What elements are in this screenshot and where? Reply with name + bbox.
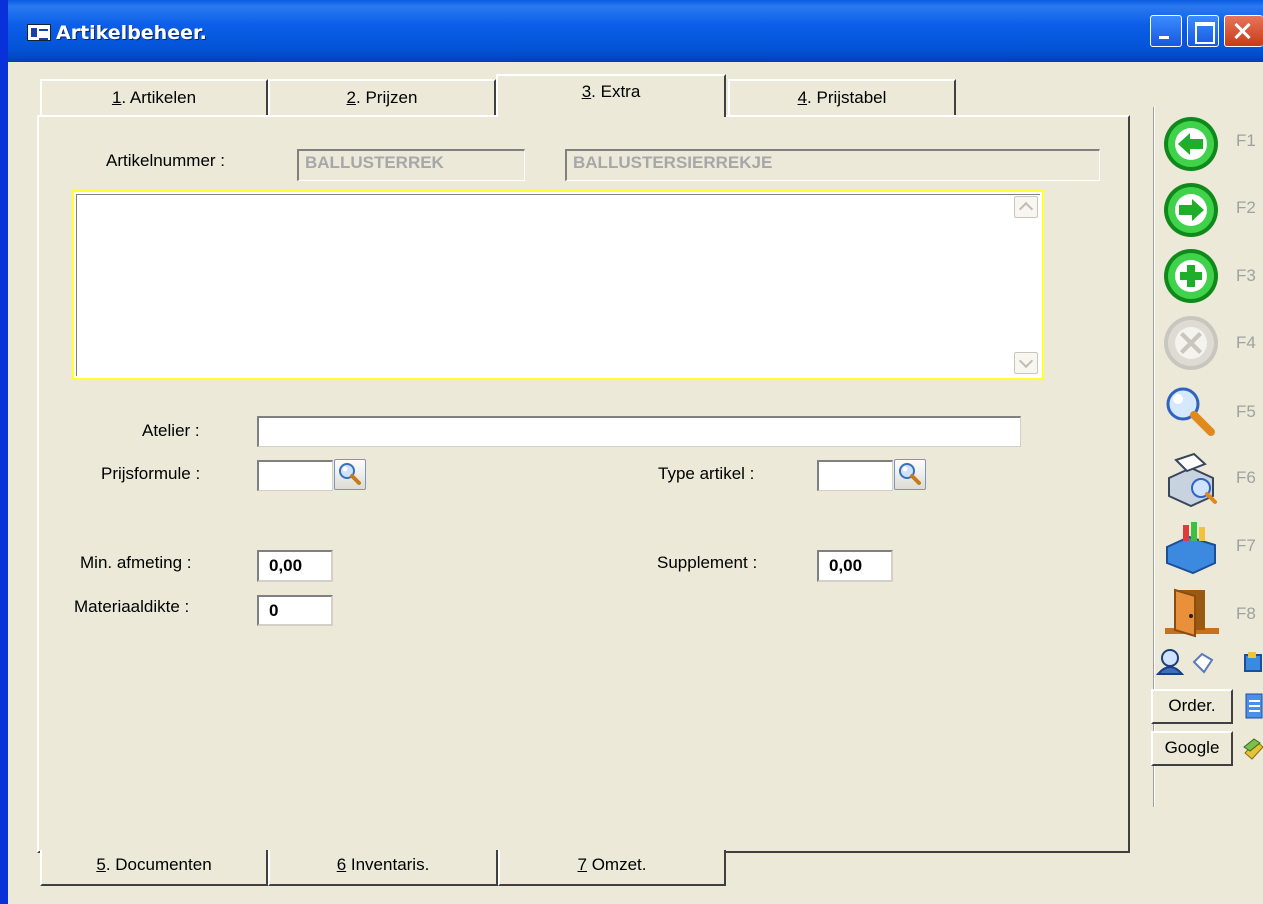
papers-icon[interactable] [1190, 650, 1216, 676]
add-icon[interactable] [1161, 246, 1221, 306]
tab-omzet-label: Omzet. [586, 855, 647, 874]
tab-prijzen[interactable]: 2. Prijzen [268, 79, 496, 115]
search-icon [339, 463, 361, 485]
tab-documenten-key: 5 [96, 855, 106, 874]
f1-key-label: F1 [1236, 131, 1256, 150]
tab-extra-key: 3 [581, 82, 592, 101]
search-icon [899, 463, 921, 485]
materiaaldikte-label: Materiaaldikte : [74, 597, 190, 616]
maximize-button[interactable] [1187, 15, 1219, 47]
materiaaldikte-input[interactable]: 0 [257, 595, 333, 626]
prijsformule-input[interactable] [257, 460, 333, 491]
scroll-down-button[interactable] [1014, 352, 1038, 374]
f2-key-label: F2 [1236, 198, 1256, 217]
next-arrow-icon[interactable] [1161, 180, 1221, 240]
print-icon[interactable] [1161, 450, 1221, 510]
document-icon[interactable] [1242, 691, 1263, 721]
tab-artikelen-key: 1 [111, 88, 122, 107]
atelier-input[interactable] [257, 416, 1021, 447]
notes-scrollbar[interactable] [1014, 196, 1038, 374]
min-afmeting-input[interactable]: 0,00 [257, 550, 333, 582]
f4-key-label: F4 [1236, 333, 1256, 352]
supplement-input[interactable]: 0,00 [817, 550, 893, 582]
minimize-button[interactable] [1150, 15, 1182, 47]
close-button[interactable] [1224, 15, 1263, 47]
tab-prijzen-key: 2 [346, 88, 357, 107]
atelier-label: Atelier : [142, 421, 200, 440]
money-icon[interactable] [1242, 733, 1263, 763]
tab-prijzen-label: . Prijzen [356, 88, 418, 107]
f3-key-label: F3 [1236, 266, 1256, 285]
min-afmeting-label: Min. afmeting : [80, 553, 192, 572]
tab-extra[interactable]: 3. Extra [496, 74, 726, 121]
toolbox-icon[interactable] [1161, 517, 1221, 577]
order-button[interactable]: Order. [1151, 689, 1233, 724]
tab-omzet[interactable]: 7 Omzet. [498, 850, 726, 886]
app-icon[interactable] [27, 24, 51, 41]
tab-prijstabel-key: 4 [797, 88, 808, 107]
f8-key-label: F8 [1236, 604, 1256, 623]
tab-prijstabel[interactable]: 4. Prijstabel [728, 79, 956, 115]
prijsformule-lookup-button[interactable] [334, 459, 366, 490]
type-artikel-label: Type artikel : [658, 464, 755, 483]
notes-textarea-body[interactable] [76, 194, 1040, 376]
google-button[interactable]: Google [1151, 731, 1233, 766]
box-icon[interactable] [1242, 650, 1263, 676]
tab-prijstabel-label: . Prijstabel [807, 88, 887, 107]
users-icon[interactable] [1155, 648, 1185, 676]
scroll-up-button[interactable] [1014, 196, 1038, 218]
tab-omzet-key: 7 [577, 855, 587, 874]
type-artikel-lookup-button[interactable] [894, 459, 926, 490]
artikelnummer-label: Artikelnummer : [106, 151, 226, 170]
tab-inventaris-key: 6 [336, 855, 347, 874]
tab-documenten[interactable]: 5. Documenten [40, 850, 268, 886]
artikelnummer-description-field: BALLUSTERSIERREKJE [565, 149, 1100, 181]
delete-icon[interactable] [1161, 313, 1221, 373]
tab-artikelen-label: . Artikelen [121, 88, 197, 107]
artikelnummer-code-field: BALLUSTERREK [297, 149, 525, 181]
prijsformule-label: Prijsformule : [101, 464, 201, 483]
window-frame-left [0, 0, 8, 904]
type-artikel-input[interactable] [817, 460, 893, 491]
notes-textarea[interactable] [72, 190, 1044, 380]
exit-door-icon[interactable] [1161, 584, 1221, 640]
search-icon[interactable] [1161, 384, 1221, 444]
f5-key-label: F5 [1236, 402, 1256, 421]
window-title: Artikelbeheer. [56, 22, 207, 44]
previous-arrow-icon[interactable] [1161, 114, 1221, 174]
tab-inventaris[interactable]: 6 Inventaris. [268, 850, 498, 886]
tab-artikelen[interactable]: 1. Artikelen [40, 79, 268, 115]
tab-documenten-label: . Documenten [105, 855, 212, 874]
supplement-label: Supplement : [657, 553, 758, 572]
tab-inventaris-label: Inventaris. [346, 855, 430, 874]
f7-key-label: F7 [1236, 536, 1256, 555]
tab-extra-label: . Extra [591, 82, 641, 101]
f6-key-label: F6 [1236, 468, 1256, 487]
